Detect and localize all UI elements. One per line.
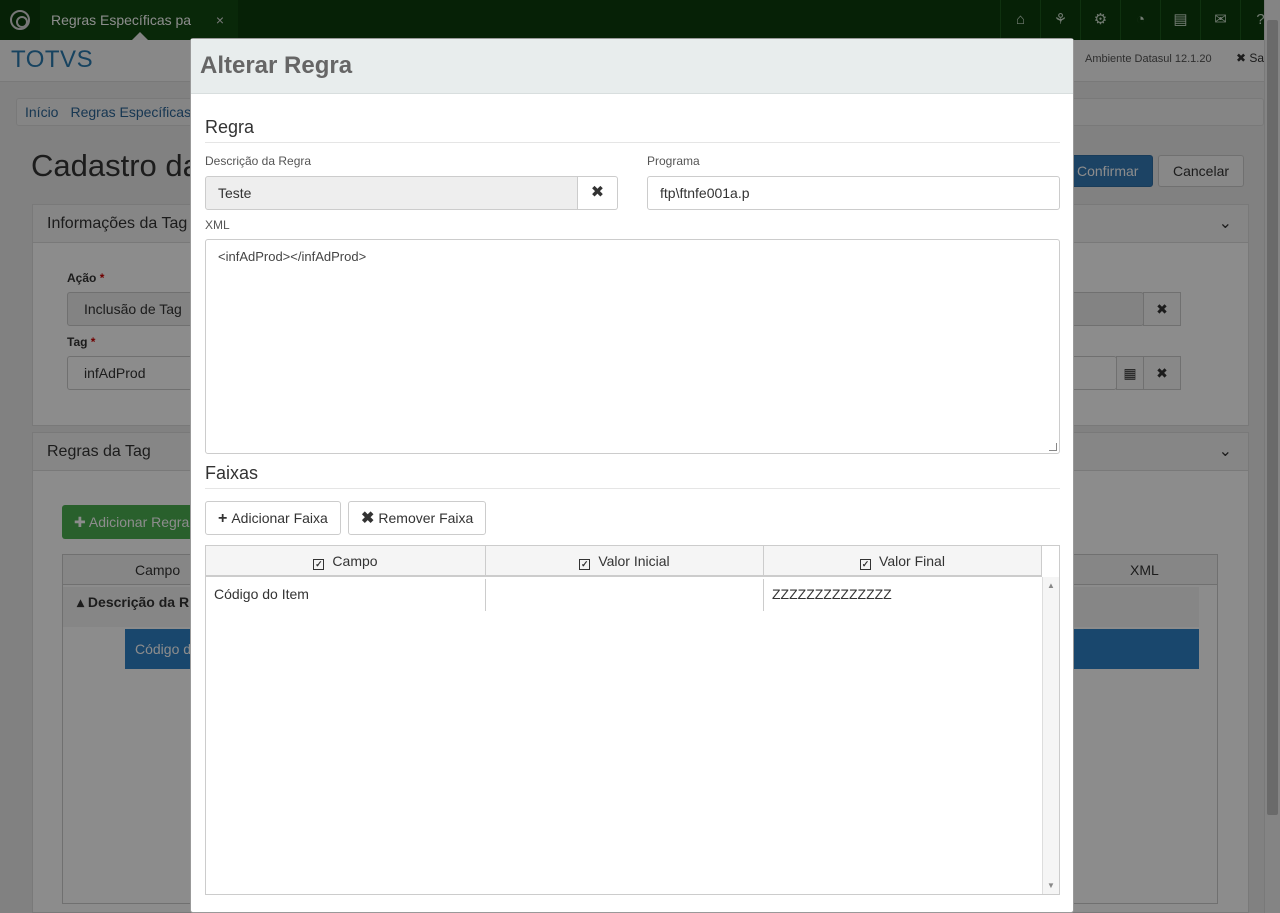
descricao-label: Descrição da Regra — [205, 154, 312, 168]
close-icon: ✖ — [361, 510, 375, 527]
grid-scrollbar[interactable]: ▲ ▼ — [1042, 577, 1059, 894]
modal-title: Alterar Regra — [200, 52, 353, 79]
section-regra-title: Regra — [205, 117, 1060, 143]
cell-campo[interactable]: Código do Item — [206, 579, 486, 611]
scroll-down-icon[interactable]: ▼ — [1047, 881, 1055, 890]
resize-handle-icon[interactable] — [1049, 443, 1057, 451]
faixas-grid-header: ✓ Campo ✓ Valor Inicial ✓ Valor Final — [206, 546, 1042, 577]
edit-rule-modal: Alterar Regra Regra Descrição da Regra T… — [190, 38, 1074, 913]
scroll-up-icon[interactable]: ▲ — [1047, 581, 1055, 590]
checkbox-icon[interactable]: ✓ — [860, 559, 872, 570]
checkbox-icon[interactable]: ✓ — [579, 559, 591, 570]
checkbox-icon[interactable]: ✓ — [313, 559, 325, 570]
descricao-clear-icon[interactable]: ✖ — [578, 176, 618, 210]
add-faixa-button[interactable]: + Adicionar Faixa — [205, 501, 341, 535]
programa-field[interactable]: ftp\ftnfe001a.p — [647, 176, 1060, 210]
modal-header: Alterar Regra — [191, 39, 1073, 94]
xml-label: XML — [205, 218, 230, 232]
remove-faixa-button[interactable]: ✖ Remover Faixa — [348, 501, 487, 535]
xml-value: <infAdProd></infAdProd> — [218, 249, 367, 264]
col-valor-inicial[interactable]: ✓ Valor Inicial — [486, 546, 764, 577]
cell-valor-inicial[interactable] — [486, 579, 764, 611]
faixas-grid: ✓ Campo ✓ Valor Inicial ✓ Valor Final Códig… — [205, 545, 1060, 895]
descricao-field[interactable]: Teste — [205, 176, 578, 210]
section-faixas-title: Faixas — [205, 463, 1060, 489]
plus-icon: + — [218, 510, 228, 527]
table-row[interactable]: Código do Item ZZZZZZZZZZZZZZ — [206, 579, 1042, 611]
col-valor-final[interactable]: ✓ Valor Final — [764, 546, 1042, 577]
cell-valor-final[interactable]: ZZZZZZZZZZZZZZ — [764, 579, 1042, 611]
col-campo[interactable]: ✓ Campo — [206, 546, 486, 577]
xml-textarea[interactable]: <infAdProd></infAdProd> — [205, 239, 1060, 454]
programa-label: Programa — [647, 154, 700, 168]
